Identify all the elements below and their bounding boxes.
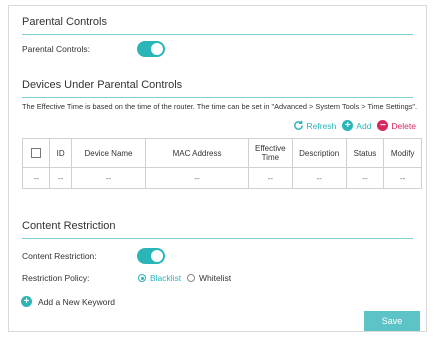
blacklist-label: Blacklist <box>150 273 182 283</box>
section-divider <box>22 238 413 239</box>
table-actions: Refresh + Add − Delete <box>293 120 416 131</box>
devices-section-title: Devices Under Parental Controls <box>22 79 183 91</box>
parental-controls-label: Parental Controls: <box>22 44 91 54</box>
column-header: Status <box>345 138 385 168</box>
parental-controls-panel: Parental Controls Parental Controls: Dev… <box>8 5 427 332</box>
radio-unselected-icon <box>187 274 195 282</box>
table-cell: -- <box>49 167 72 189</box>
section-divider <box>22 34 413 35</box>
add-keyword-label: Add a New Keyword <box>38 296 116 307</box>
table-header-row: ID Device Name MAC Address Effective Tim… <box>21 138 422 168</box>
blacklist-radio[interactable]: Blacklist <box>138 273 181 283</box>
devices-table: ID Device Name MAC Address Effective Tim… <box>21 138 422 189</box>
plus-icon: + <box>21 296 32 307</box>
select-all-checkbox[interactable] <box>31 148 42 158</box>
content-restriction-toggle[interactable] <box>137 248 165 264</box>
table-cell: -- <box>383 167 422 189</box>
column-header: Description <box>291 138 347 168</box>
section-divider <box>22 97 413 98</box>
table-cell: -- <box>70 167 147 189</box>
column-header: Modify <box>383 138 422 168</box>
select-all-header <box>21 138 51 168</box>
parental-controls-toggle[interactable] <box>137 41 165 57</box>
whitelist-radio[interactable]: Whitelist <box>187 273 231 283</box>
parental-controls-title: Parental Controls <box>22 16 107 28</box>
whitelist-label: Whitelist <box>199 273 232 283</box>
column-header: Effective Time <box>247 138 293 168</box>
table-cell: -- <box>247 167 293 189</box>
table-cell: -- <box>21 167 51 189</box>
column-header: MAC Address <box>145 138 249 168</box>
toggle-knob <box>151 250 163 262</box>
table-cell: -- <box>291 167 347 189</box>
plus-icon: + <box>342 120 354 131</box>
radio-selected-icon <box>138 274 146 282</box>
refresh-icon <box>293 120 303 130</box>
content-restriction-label: Content Restriction: <box>22 251 97 261</box>
effective-time-note: The Effective Time is based on the time … <box>22 102 418 111</box>
toggle-knob <box>151 43 163 55</box>
save-button[interactable]: Save <box>364 311 420 331</box>
table-cell: -- <box>145 167 249 189</box>
restriction-policy-label: Restriction Policy: <box>22 273 90 283</box>
table-cell: -- <box>345 167 385 189</box>
column-header: ID <box>49 138 72 168</box>
column-header: Device Name <box>70 138 147 168</box>
add-keyword-button[interactable]: + Add a New Keyword <box>21 296 115 307</box>
delete-label: Delete <box>391 120 416 131</box>
content-restriction-title: Content Restriction <box>22 220 116 232</box>
delete-device-button[interactable]: − Delete <box>377 120 416 131</box>
table-row: -- -- -- -- -- -- -- -- <box>21 167 422 189</box>
minus-icon: − <box>377 120 389 131</box>
refresh-button[interactable]: Refresh <box>293 120 337 131</box>
add-device-button[interactable]: + Add <box>342 120 371 131</box>
add-label: Add <box>356 120 372 131</box>
refresh-label: Refresh <box>306 120 337 131</box>
